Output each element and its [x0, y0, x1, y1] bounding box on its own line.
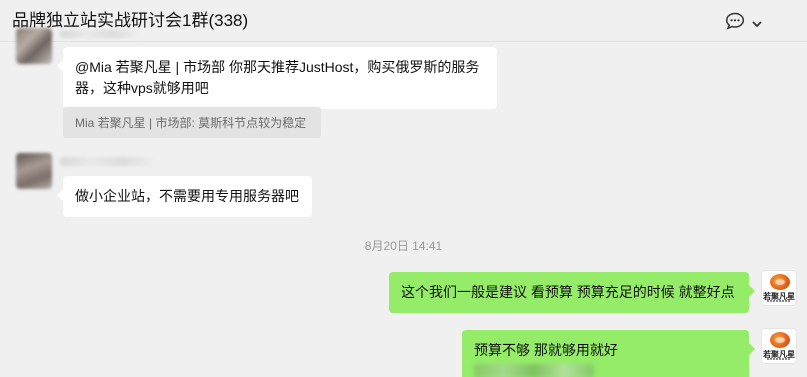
sender-name [60, 30, 140, 38]
avatar[interactable] [16, 153, 52, 189]
quoted-message[interactable]: Mia 若聚凡星 | 市场部: 莫斯科节点较为稳定 [63, 107, 321, 138]
avatar[interactable]: 若聚凡星 [761, 270, 797, 306]
message-text: @Mia 若聚凡星 | 市场部 你那天推荐JustHost，购买俄罗斯的服务器，… [75, 59, 480, 96]
chevron-down-icon[interactable] [751, 16, 763, 28]
message-bubble[interactable]: 这个我们一般是建议 看预算 预算充足的时候 就整好点 [389, 272, 755, 313]
avatar[interactable]: 若聚凡星 [761, 328, 797, 364]
message-timestamp: 8月20日 14:41 [364, 239, 443, 253]
sender-name [60, 157, 155, 166]
brand-logo-icon [770, 274, 790, 290]
message-bubble[interactable]: 做小企业站，不需要用专用服务器吧 [57, 176, 312, 217]
message-text: 这个我们一般是建议 看预算 预算充足的时候 就整好点 [401, 284, 735, 300]
redacted-text [474, 364, 594, 377]
chat-window: 品牌独立站实战研讨会1群(338) @Mia 若聚凡星 | 市场部 你那天推荐J… [0, 0, 807, 377]
quote-text: Mia 若聚凡星 | 市场部: 莫斯科节点较为稳定 [75, 116, 307, 130]
message-text: 预算不够 那就够用就好 [474, 342, 618, 358]
message-text: 做小企业站，不需要用专用服务器吧 [75, 188, 299, 204]
message-bubble[interactable]: 预算不够 那就够用就好 [462, 330, 755, 377]
avatar[interactable] [16, 28, 52, 64]
message-bubble[interactable]: @Mia 若聚凡星 | 市场部 你那天推荐JustHost，购买俄罗斯的服务器，… [57, 47, 497, 109]
chat-bubble-dots-icon[interactable] [725, 12, 745, 30]
brand-logo-icon [770, 332, 790, 348]
